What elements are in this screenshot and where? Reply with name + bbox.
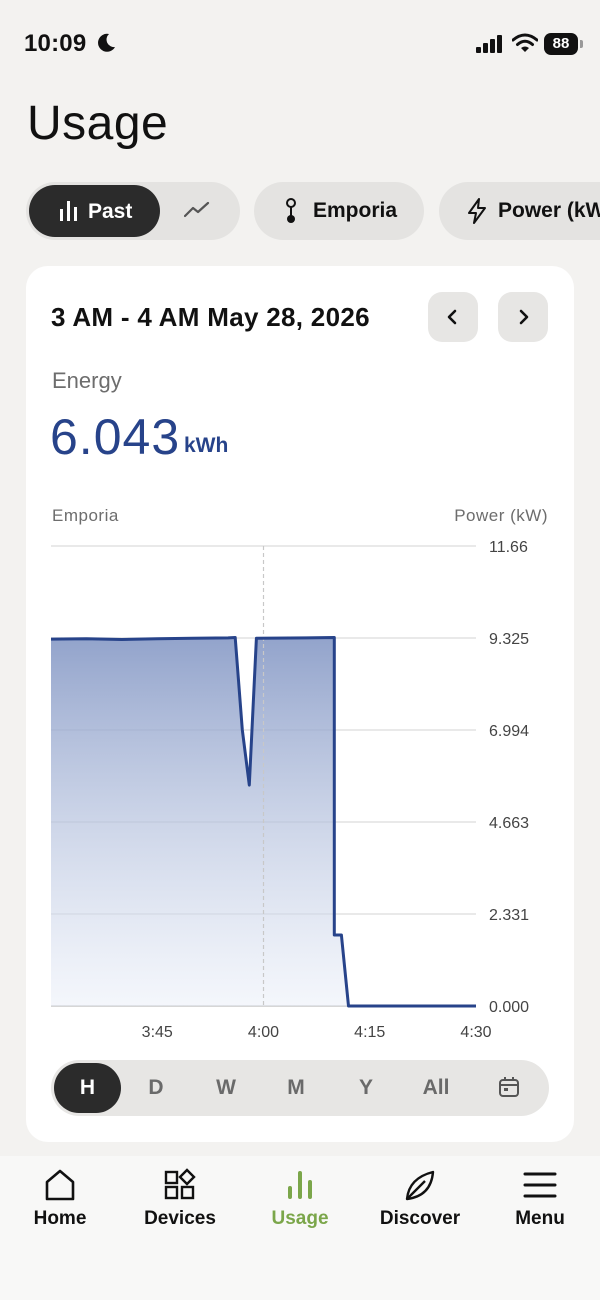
trend-mode-icon[interactable] [184,200,210,220]
power-chart[interactable]: 11.66 9.325 6.994 4.663 2.331 0.000 3:45 4:00 4… [26,536,574,1056]
x-tick-label: 4:15 [354,1024,385,1041]
bar-chart-icon [60,201,77,221]
battery-tip [580,40,583,48]
leaf-icon [405,1170,435,1201]
menu-icon [523,1172,557,1198]
x-tick-label: 4:30 [460,1024,491,1041]
period-w[interactable]: W [191,1060,261,1116]
lightning-icon [468,198,486,224]
tab-home[interactable]: Home [0,1168,120,1230]
y-tick-label: 9.325 [489,631,529,648]
tab-menu[interactable]: Menu [480,1168,600,1230]
period-h[interactable]: H [54,1063,121,1113]
battery-indicator: 88 [544,33,578,55]
chart-axis-label: Power (kW) [454,506,548,525]
usage-icon [288,1171,312,1199]
next-period-button[interactable] [498,292,548,342]
usage-card: 3 AM - 4 AM May 28, 2026 Energy 6.043 kW… [26,266,574,1142]
tab-label: Discover [379,1208,461,1229]
device-filter-chip[interactable]: Emporia [254,182,424,240]
y-tick-label: 4.663 [489,815,529,832]
page-title: Usage [27,97,169,150]
x-tick-label: 4:00 [248,1024,279,1041]
date-range: 3 AM - 4 AM May 28, 2026 [51,302,370,332]
bottom-tab-bar: Home Devices Usage Discover Menu [0,1156,600,1300]
past-mode-button[interactable]: Past [29,185,160,237]
device-probe-icon [286,198,296,223]
y-tick-label: 11.66 [489,539,528,556]
chart-series-label: Emporia [52,506,119,525]
chevron-right-icon [519,309,529,325]
tab-label: Devices [144,1208,216,1229]
period-y[interactable]: Y [331,1060,401,1116]
period-selector: H D W M Y All [51,1060,549,1116]
cellular-signal-icon [476,35,502,53]
previous-period-button[interactable] [428,292,478,342]
y-tick-label: 2.331 [489,907,529,924]
device-filter-label: Emporia [313,199,398,222]
tab-devices[interactable]: Devices [120,1168,240,1230]
devices-icon [164,1168,196,1200]
status-time: 10:09 [24,30,87,57]
x-tick-label: 3:45 [142,1024,173,1041]
home-icon [45,1169,75,1201]
wifi-icon [512,33,538,52]
y-tick-label: 6.994 [489,723,529,740]
energy-label: Energy [52,368,122,393]
tab-label: Home [33,1208,87,1229]
tab-label: Usage [271,1208,329,1229]
moon-icon [98,33,115,52]
past-mode-label: Past [88,200,133,223]
metric-filter-chip[interactable]: Power (kW) [439,182,600,240]
calendar-icon[interactable] [498,1076,520,1098]
y-tick-label: 0.000 [489,999,529,1016]
status-bar: 10:09 88 [0,0,600,90]
chevron-left-icon [447,309,457,325]
energy-unit: kWh [184,434,229,457]
period-all[interactable]: All [401,1060,471,1116]
period-m[interactable]: M [261,1060,331,1116]
view-mode-toggle: Past [26,182,240,240]
tab-discover[interactable]: Discover [360,1168,480,1230]
metric-filter-label: Power (kW) [498,199,600,222]
tab-label: Menu [515,1208,565,1229]
tab-usage[interactable]: Usage [240,1168,360,1230]
energy-value: 6.043 [50,409,181,465]
period-d[interactable]: D [121,1060,191,1116]
filter-chip-row: Past Emporia Power (kW) [26,182,600,242]
